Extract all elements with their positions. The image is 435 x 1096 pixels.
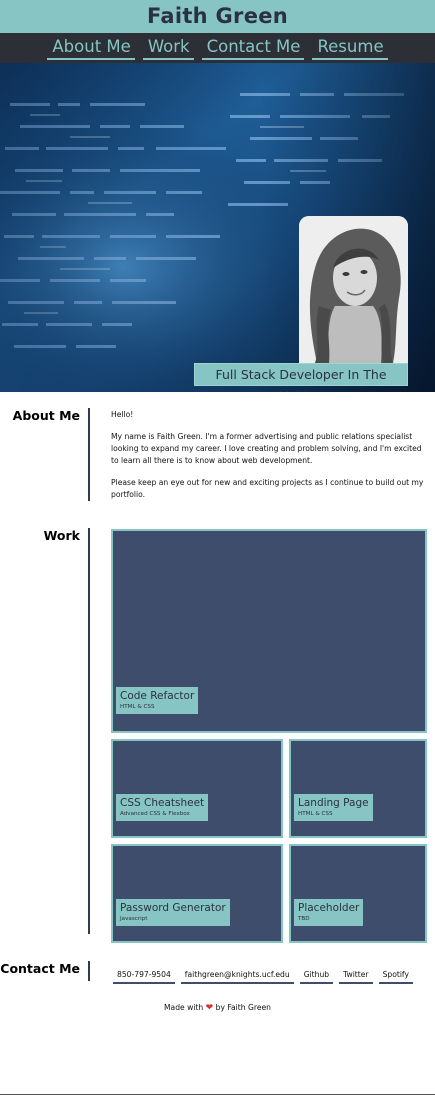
site-title: Faith Green — [146, 4, 289, 28]
project-title: Code Refactor — [120, 690, 195, 702]
contact-email-link[interactable]: faithgreen@knights.ucf.edu — [180, 969, 294, 984]
footer-suffix: by Faith Green — [215, 1003, 271, 1012]
heart-icon: ❤ — [205, 1003, 214, 1013]
project-title: Placeholder — [298, 902, 360, 914]
project-card-css-cheatsheet[interactable]: CSS Cheatsheet Advanced CSS & Flexbox — [111, 739, 283, 838]
work-divider — [88, 528, 90, 934]
contact-twitter-link[interactable]: Twitter — [339, 969, 373, 984]
page-bottom-border — [0, 1094, 435, 1095]
project-card-code-refactor[interactable]: Code Refactor HTML & CSS — [111, 529, 427, 733]
contact-spotify-link[interactable]: Spotify — [378, 969, 413, 984]
nav-list: About Me Work Contact Me Resume — [0, 33, 435, 60]
project-card-landing-page[interactable]: Landing Page HTML & CSS — [289, 739, 427, 838]
about-greeting: Hello! — [111, 410, 134, 419]
site-header: Faith Green — [0, 0, 435, 33]
project-card-password-generator[interactable]: Password Generator Javascript — [111, 844, 283, 943]
nav-link-resume[interactable]: Resume — [312, 36, 388, 60]
project-title: Password Generator — [120, 902, 226, 914]
hero-tagline: Full Stack Developer In The Making — [194, 363, 408, 392]
main-nav: About Me Work Contact Me Resume — [0, 33, 435, 63]
project-tech: HTML & CSS — [298, 811, 333, 817]
nav-link-about-me[interactable]: About Me — [47, 36, 135, 60]
project-label: CSS Cheatsheet Advanced CSS & Flexbox — [116, 794, 209, 821]
nav-link-work[interactable]: Work — [142, 36, 194, 60]
project-tech: Advanced CSS & Flexbox — [120, 811, 190, 817]
nav-link-contact-me[interactable]: Contact Me — [201, 36, 305, 60]
project-label: Placeholder TBD — [294, 899, 364, 926]
profile-photo — [299, 216, 408, 363]
contact-phone-link[interactable]: 850-797-9504 — [113, 969, 175, 984]
project-card-placeholder[interactable]: Placeholder TBD — [289, 844, 427, 943]
project-label: Password Generator Javascript — [116, 899, 230, 926]
contact-divider — [88, 961, 90, 981]
project-label: Code Refactor HTML & CSS — [116, 687, 199, 714]
project-title: Landing Page — [298, 797, 369, 809]
about-closing: Please keep an eye out for new and excit… — [111, 478, 424, 499]
project-label: Landing Page HTML & CSS — [294, 794, 373, 821]
hero-banner: Full Stack Developer In The Making — [0, 63, 435, 392]
project-tech: TBD — [298, 916, 310, 922]
contact-links: 850-797-9504 faithgreen@knights.ucf.edu … — [113, 969, 413, 984]
profile-photo-image — [299, 216, 408, 363]
about-bio: My name is Faith Green. I'm a former adv… — [111, 432, 422, 465]
site-footer: Made with ❤ by Faith Green — [0, 1003, 435, 1013]
about-content: Hello! My name is Faith Green. I'm a for… — [111, 409, 427, 511]
work-heading: Work — [43, 528, 80, 543]
project-title: CSS Cheatsheet — [120, 797, 205, 809]
project-tech: HTML & CSS — [120, 704, 155, 710]
about-heading: About Me — [12, 408, 80, 423]
about-divider — [88, 408, 90, 501]
contact-heading: Contact Me — [0, 961, 80, 976]
footer-prefix: Made with — [164, 1003, 204, 1012]
contact-github-link[interactable]: Github — [299, 969, 334, 984]
project-tech: Javascript — [120, 916, 148, 922]
